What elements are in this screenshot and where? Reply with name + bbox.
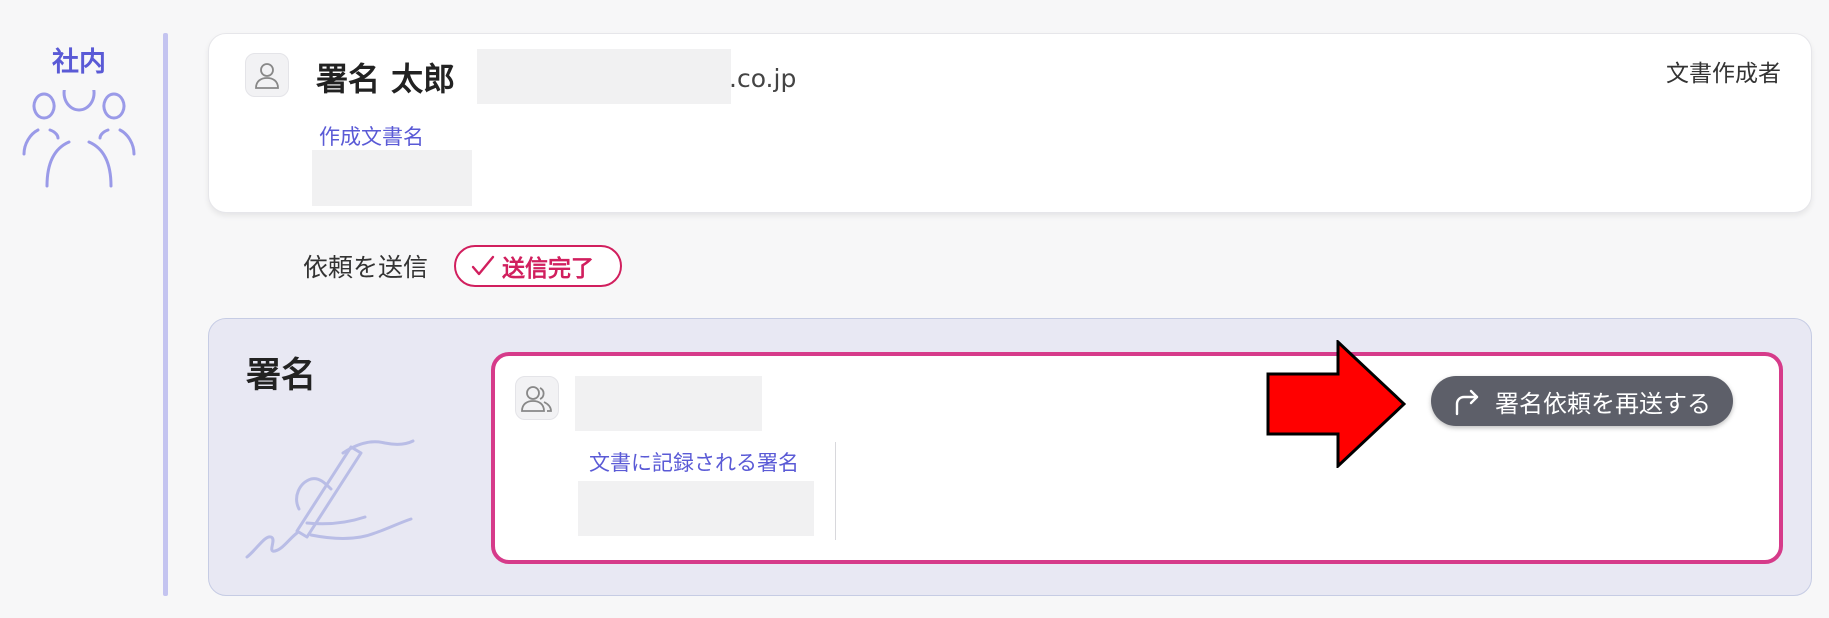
forward-arrow-icon — [1455, 389, 1479, 416]
red-arrow-annotation — [1266, 340, 1406, 468]
resend-signature-request-button[interactable]: 署名依頼を再送する — [1431, 376, 1733, 426]
group-icon — [22, 90, 136, 188]
users-icon — [515, 376, 559, 420]
status-row: 依頼を送信 送信完了 — [303, 244, 623, 288]
email-redaction — [477, 49, 731, 104]
document-name-redaction — [312, 150, 472, 206]
divider — [835, 442, 836, 540]
check-icon — [471, 255, 495, 276]
status-badge-label: 送信完了 — [502, 256, 595, 282]
email-suffix: .co.jp — [729, 64, 797, 93]
signature-title: 署名 — [246, 356, 317, 396]
creator-card: 署名 太郎 .co.jp 文書作成者 作成文書名 — [208, 33, 1812, 213]
timeline-line — [163, 33, 168, 596]
signature-redaction — [578, 481, 814, 536]
status-badge: 送信完了 — [454, 245, 623, 287]
recorded-signature-label: 文書に記録される署名 — [589, 451, 799, 475]
pen-signature-icon — [245, 439, 415, 559]
internal-label: 社内 — [52, 47, 106, 78]
document-name-label: 作成文書名 — [319, 125, 424, 149]
signature-section: 署名 文書に記録される署名 署名依頼を再送する — [208, 318, 1812, 596]
role-label: 文書作成者 — [1666, 61, 1781, 87]
creator-name: 署名 太郎 — [316, 60, 456, 98]
left-rail: 社内 — [0, 0, 160, 618]
status-text: 依頼を送信 — [303, 253, 429, 282]
resend-button-label: 署名依頼を再送する — [1495, 389, 1711, 418]
signer-card: 文書に記録される署名 署名依頼を再送する — [491, 352, 1783, 564]
user-icon — [245, 53, 289, 97]
signer-name-redaction — [575, 376, 762, 431]
